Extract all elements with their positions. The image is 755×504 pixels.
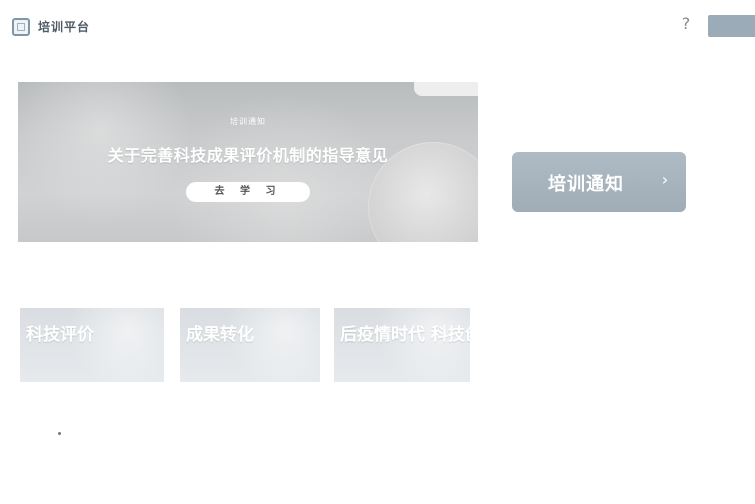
training-notice-label: 培训通知 — [548, 174, 624, 195]
course-thumbnail-2[interactable]: 成果转化 — [180, 308, 320, 382]
pagination-dot — [58, 432, 61, 435]
banner-corner-tab — [414, 82, 478, 96]
thumbnail-title: 成果转化 — [186, 325, 254, 345]
app-title: 培训平台 — [38, 20, 91, 34]
thumbnail-title: 科技评价 — [26, 325, 94, 345]
thumbnail-overlay — [180, 308, 320, 382]
header-user-button[interactable] — [708, 15, 755, 37]
help-icon[interactable]: ? — [678, 16, 694, 32]
banner-title: 关于完善科技成果评价机制的指导意见 — [107, 146, 389, 165]
thumbnail-overlay — [334, 308, 470, 382]
hero-banner[interactable]: 培训通知 关于完善科技成果评价机制的指导意见 去 学 习 — [18, 82, 478, 242]
course-thumbnail-1[interactable]: 科技评价 — [20, 308, 164, 382]
thumbnail-title: 后疫情时代 科技创新 — [340, 325, 470, 345]
banner-learn-button[interactable]: 去 学 习 — [186, 182, 310, 202]
course-thumbnail-3[interactable]: 后疫情时代 科技创新 — [334, 308, 470, 382]
app-logo[interactable] — [12, 18, 30, 36]
thumbnail-overlay — [20, 308, 164, 382]
chevron-right-icon[interactable]: › — [655, 170, 675, 190]
banner-kicker: 培训通知 — [230, 117, 266, 126]
